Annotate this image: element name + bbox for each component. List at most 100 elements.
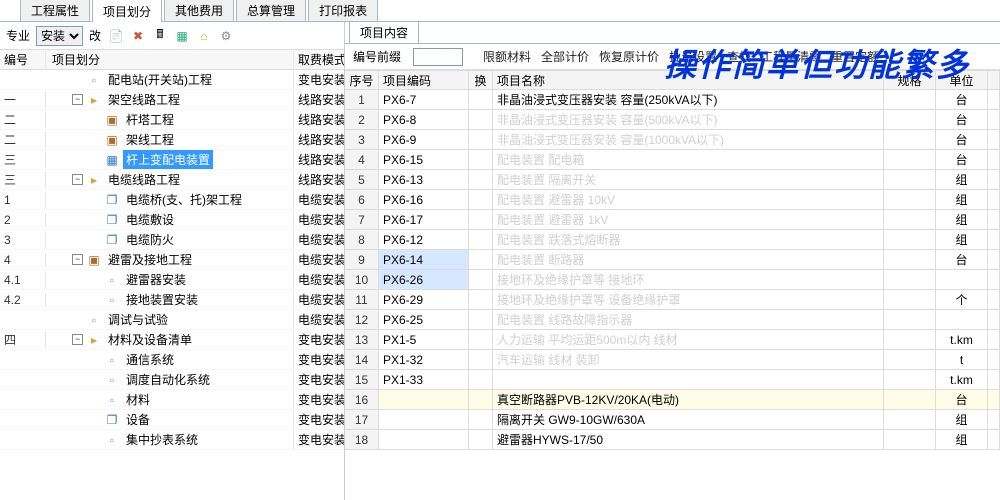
toolbar-calc-icon[interactable]: 🖩 bbox=[151, 27, 169, 45]
book-icon: ▣ bbox=[104, 133, 120, 147]
tab-project-content[interactable]: 项目内容 bbox=[349, 22, 419, 43]
grid-cell-name: 配电装置 断路器 bbox=[493, 250, 884, 269]
specialty-select[interactable]: 安装 bbox=[36, 26, 83, 46]
tree-row[interactable]: 三▦杆上变配电装置线路安装 bbox=[0, 150, 344, 170]
tree-row-node[interactable]: ▫接地装置安装 bbox=[46, 290, 294, 309]
tree-row-node[interactable]: ▫通信系统 bbox=[46, 350, 294, 369]
grid-cell-tail bbox=[988, 90, 1000, 109]
tree-row-node[interactable]: ❐电缆防火 bbox=[46, 230, 294, 249]
grid-row[interactable]: 4PX6-15配电装置 配电箱台 bbox=[345, 150, 1000, 170]
grid-cell-tail bbox=[988, 370, 1000, 389]
tree-row-node[interactable]: ▫材料 bbox=[46, 390, 294, 409]
grid-cell-tail bbox=[988, 150, 1000, 169]
tree-row[interactable]: 一−▸架空线路工程线路安装 bbox=[0, 90, 344, 110]
grid-cell-seq: 8 bbox=[345, 230, 379, 249]
grid-cell-unit: 台 bbox=[936, 90, 988, 109]
collapse-icon[interactable]: − bbox=[72, 174, 83, 185]
tree-row-node[interactable]: −▣避雷及接地工程 bbox=[46, 250, 294, 269]
tree-row[interactable]: ▫集中抄表系统变电安装 bbox=[0, 430, 344, 450]
tb-link-2[interactable]: 恢复原计价 bbox=[599, 50, 659, 64]
toolbar-chart-icon[interactable]: ▦ bbox=[173, 27, 191, 45]
grid-row[interactable]: 3PX6-9非晶油浸式变压器安装 容量(1000kVA以下)台 bbox=[345, 130, 1000, 150]
grid-row[interactable]: 17隔离开关 GW9-10GW/630A组 bbox=[345, 410, 1000, 430]
grid-cell-seq: 2 bbox=[345, 110, 379, 129]
tree-row[interactable]: ▫调试与试验电缆安装 bbox=[0, 310, 344, 330]
tree-row-node[interactable]: ▫配电站(开关站)工程 bbox=[46, 70, 294, 89]
grid-cell-unit bbox=[936, 270, 988, 289]
tree-row[interactable]: 3❐电缆防火电缆安装 bbox=[0, 230, 344, 250]
tree-row-node[interactable]: ▣架线工程 bbox=[46, 130, 294, 149]
tree-row[interactable]: ❐设备变电安装 bbox=[0, 410, 344, 430]
top-tab-1[interactable]: 项目划分 bbox=[92, 0, 162, 22]
grid-row[interactable]: 14PX1-32汽车运输 线材 装卸t bbox=[345, 350, 1000, 370]
grid-row[interactable]: 18避雷器HYWS-17/50组 bbox=[345, 430, 1000, 450]
grid-row[interactable]: 10PX6-26接地环及绝缘护罩等 接地环 bbox=[345, 270, 1000, 290]
grid-row[interactable]: 2PX6-8非晶油浸式变压器安装 容量(500kVA以下)台 bbox=[345, 110, 1000, 130]
prefix-input[interactable] bbox=[413, 48, 463, 66]
tree-row-node[interactable]: ▦杆上变配电装置 bbox=[46, 150, 294, 169]
grid-col-tail bbox=[988, 71, 1000, 89]
tree-row[interactable]: 二▣架线工程线路安装 bbox=[0, 130, 344, 150]
tree-row[interactable]: 2❐电缆敷设电缆安装 bbox=[0, 210, 344, 230]
tree-row-node[interactable]: −▸材料及设备清单 bbox=[46, 330, 294, 349]
grid-row[interactable]: 15PX1-33t.km bbox=[345, 370, 1000, 390]
tree-row-node[interactable]: ❐电缆敷设 bbox=[46, 210, 294, 229]
tree-row[interactable]: 四−▸材料及设备清单变电安装 bbox=[0, 330, 344, 350]
grid-cell-code: PX6-29 bbox=[379, 290, 469, 309]
grid-row[interactable]: 1PX6-7非晶油浸式变压器安装 容量(250kVA以下)台 bbox=[345, 90, 1000, 110]
toolbar-delete-icon[interactable]: ✖ bbox=[129, 27, 147, 45]
toolbar-house-icon[interactable]: ⌂ bbox=[195, 27, 213, 45]
collapse-icon[interactable]: − bbox=[72, 254, 83, 265]
tb-link-1[interactable]: 全部计价 bbox=[541, 50, 589, 64]
tree-row-node[interactable]: ❐电缆桥(支、托)架工程 bbox=[46, 190, 294, 209]
tree-row-node[interactable]: ▫避雷器安装 bbox=[46, 270, 294, 289]
folder-icon: ▸ bbox=[86, 333, 102, 347]
grid-cell-unit: 个 bbox=[936, 290, 988, 309]
tree-row[interactable]: 4.2▫接地装置安装电缆安装 bbox=[0, 290, 344, 310]
tree-row-node[interactable]: ▫调试与试验 bbox=[46, 310, 294, 329]
tree-row-label: 配电站(开关站)工程 bbox=[105, 70, 215, 89]
grid-cell-code: PX1-5 bbox=[379, 330, 469, 349]
tree-row[interactable]: ▫配电站(开关站)工程变电安装 bbox=[0, 70, 344, 90]
tree-row-node[interactable]: −▸架空线路工程 bbox=[46, 90, 294, 109]
grid-row[interactable]: 8PX6-12配电装置 跌落式熔断器组 bbox=[345, 230, 1000, 250]
tree-row[interactable]: 4−▣避雷及接地工程电缆安装 bbox=[0, 250, 344, 270]
toolbar-doc-icon[interactable]: 📄 bbox=[107, 27, 125, 45]
tree-row-num: 2 bbox=[0, 213, 46, 227]
collapse-icon[interactable]: − bbox=[72, 94, 83, 105]
grid-cell-unit bbox=[936, 310, 988, 329]
grid-cell-swap bbox=[469, 370, 493, 389]
tree-row[interactable]: 1❐电缆桥(支、托)架工程电缆安装 bbox=[0, 190, 344, 210]
grid-cell-name: 配电装置 配电箱 bbox=[493, 150, 884, 169]
grid-cell-swap bbox=[469, 130, 493, 149]
tree-row-node[interactable]: ▫集中抄表系统 bbox=[46, 430, 294, 449]
grid-row[interactable]: 9PX6-14配电装置 断路器台 bbox=[345, 250, 1000, 270]
grid-row[interactable]: 6PX6-16配电装置 避雷器 10kV组 bbox=[345, 190, 1000, 210]
tree-row-mode: 线路安装 bbox=[294, 91, 344, 108]
grid-row[interactable]: 5PX6-13配电装置 隔离开关组 bbox=[345, 170, 1000, 190]
toolbar-gear-icon[interactable]: ⚙ bbox=[217, 27, 235, 45]
tree-row[interactable]: ▫调度自动化系统变电安装 bbox=[0, 370, 344, 390]
top-tab-4[interactable]: 打印报表 bbox=[308, 0, 378, 21]
tree-row-node[interactable]: ▣杆塔工程 bbox=[46, 110, 294, 129]
tree-row[interactable]: 4.1▫避雷器安装电缆安装 bbox=[0, 270, 344, 290]
grid-row[interactable]: 12PX6-25配电装置 线路故障指示器 bbox=[345, 310, 1000, 330]
grid-cell-code: PX6-7 bbox=[379, 90, 469, 109]
tree-row-node[interactable]: −▸电缆线路工程 bbox=[46, 170, 294, 189]
tb-link-0[interactable]: 限额材料 bbox=[483, 50, 531, 64]
top-tab-0[interactable]: 工程属性 bbox=[20, 0, 90, 21]
tree-row[interactable]: 三−▸电缆线路工程线路安装 bbox=[0, 170, 344, 190]
grid-cell-tail bbox=[988, 110, 1000, 129]
collapse-icon[interactable]: − bbox=[72, 334, 83, 345]
grid-row[interactable]: 13PX1-5人力运输 平均运距500m以内 线材t.km bbox=[345, 330, 1000, 350]
grid-row[interactable]: 7PX6-17配电装置 避雷器 1kV组 bbox=[345, 210, 1000, 230]
tree-row[interactable]: ▫材料变电安装 bbox=[0, 390, 344, 410]
tree-row[interactable]: 二▣杆塔工程线路安装 bbox=[0, 110, 344, 130]
tree-row-node[interactable]: ▫调度自动化系统 bbox=[46, 370, 294, 389]
grid-row[interactable]: 16真空断路器PVB-12KV/20KA(电动)台 bbox=[345, 390, 1000, 410]
top-tab-3[interactable]: 总算管理 bbox=[236, 0, 306, 21]
grid-row[interactable]: 11PX6-29接地环及绝缘护罩等 设备绝缘护罩个 bbox=[345, 290, 1000, 310]
tree-row[interactable]: ▫通信系统变电安装 bbox=[0, 350, 344, 370]
tree-row-node[interactable]: ❐设备 bbox=[46, 410, 294, 429]
top-tab-2[interactable]: 其他费用 bbox=[164, 0, 234, 21]
